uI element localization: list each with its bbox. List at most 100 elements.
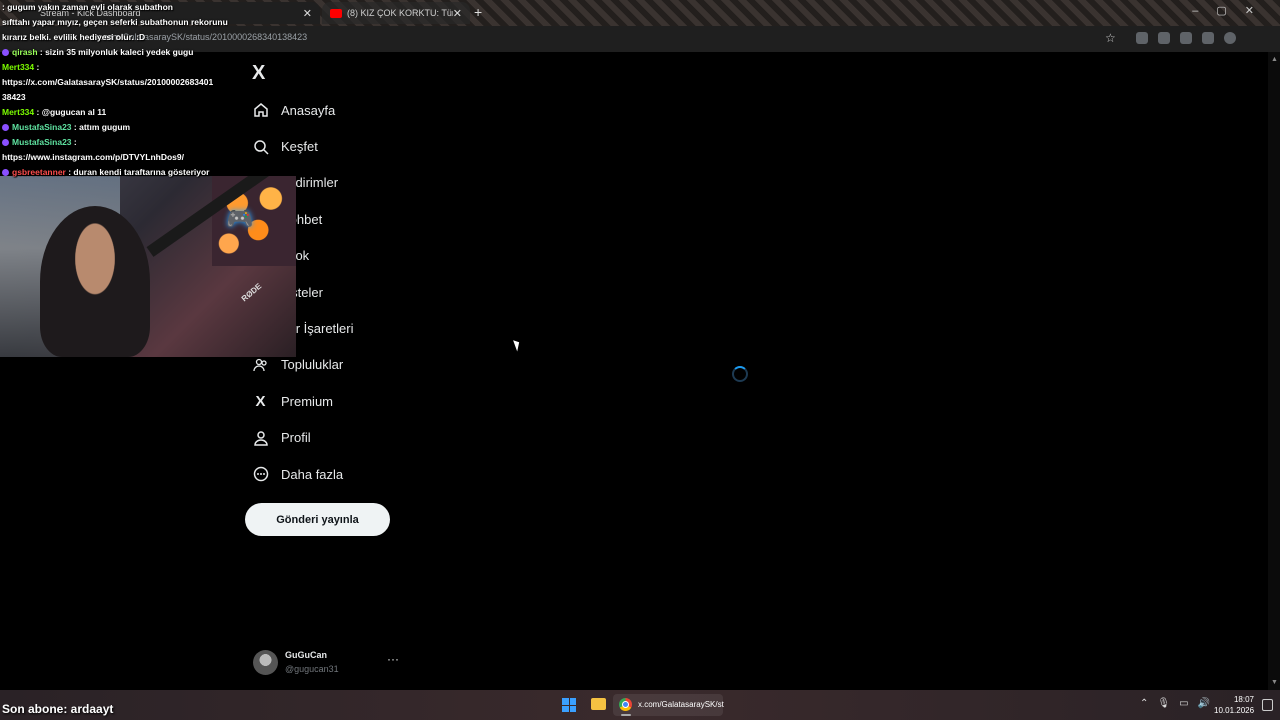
clock-time: 18:07 [1233, 695, 1254, 704]
chat-line: 38423 [0, 90, 240, 105]
chat-line: gsbreetanner : duran kendi taraftarına g… [0, 165, 240, 180]
nav-item-home[interactable]: Anasayfa [252, 92, 354, 128]
chat-line: Mert334 : @gugucan al 11 [0, 105, 240, 120]
account-switcher[interactable]: GuGuCan @gugucan31 ··· [253, 648, 403, 678]
account-handle: @gugucan31 [285, 664, 339, 674]
nav-item-explore[interactable]: Keşfet [252, 128, 354, 164]
volume-icon[interactable]: 🔊 [1198, 698, 1210, 709]
nav-item-more[interactable]: Daha fazla [252, 456, 354, 492]
chat-line: https://x.com/GalatasaraySK/status/20100… [0, 75, 240, 90]
nav-label: Daha fazla [281, 466, 344, 482]
chat-text: : duran kendi taraftarına gösteriyor [68, 167, 210, 177]
windows-taskbar: x.com/GalatasaraySK/st ⌃ 🎙 ▭ 🔊 18:07 10.… [0, 690, 1280, 720]
stream-chat: : gugum yakın zaman evli olarak subathon… [0, 0, 240, 180]
notification-icon[interactable] [1262, 699, 1273, 711]
chrome-icon [619, 698, 632, 711]
avatar [253, 650, 278, 675]
chat-text: https://www.instagram.com/p/DTVYLnhDos9/ [2, 152, 184, 162]
chat-line: : gugum yakın zaman evli olarak subathon [0, 0, 240, 15]
chat-user: MustafaSina23 [12, 137, 72, 147]
extension-icon[interactable] [1202, 32, 1214, 44]
extension-icon[interactable] [1180, 32, 1192, 44]
chat-text: : [36, 62, 40, 72]
scroll-up-icon[interactable]: ▲ [1271, 56, 1278, 63]
scroll-down-icon[interactable]: ▼ [1271, 679, 1278, 686]
gamepad-icon: 🎮 [226, 206, 254, 231]
chat-line: MustafaSina23 : [0, 135, 240, 150]
subscriber-badge-icon [2, 124, 9, 131]
chat-text: : [73, 137, 77, 147]
last-subscriber-text: Son abone: ardaayt [2, 702, 114, 716]
extension-icon[interactable] [1158, 32, 1170, 44]
profile-icon[interactable] [1224, 32, 1236, 44]
clock-date: 10.01.2026 [1214, 706, 1255, 715]
x-icon: X [255, 392, 266, 410]
window-controls[interactable]: –▢✕ [1192, 4, 1272, 17]
x-logo[interactable]: X [252, 62, 265, 85]
nav-item-premium[interactable]: X Premium [252, 383, 354, 419]
home-icon [252, 102, 269, 119]
hexagon-lights [212, 176, 296, 266]
chat-line: https://www.instagram.com/p/DTVYLnhDos9/ [0, 150, 240, 165]
subscriber-badge-icon [2, 139, 9, 146]
webcam-overlay: 🎮 RØDE [0, 176, 296, 357]
new-tab-button[interactable]: + [474, 4, 482, 20]
system-tray: ⌃ 🎙 ▭ 🔊 [1140, 698, 1210, 709]
chevron-up-icon[interactable]: ⌃ [1140, 698, 1148, 709]
bookmark-star-icon[interactable]: ☆ [1105, 31, 1116, 45]
network-icon[interactable]: ▭ [1179, 698, 1188, 709]
chat-line: MustafaSina23 : attım gugum [0, 120, 240, 135]
chat-user: MustafaSina23 [12, 122, 72, 132]
chat-text: kırarız belki. evlilik hediyesi olur. :D [2, 32, 146, 42]
nav-label: Anasayfa [281, 102, 336, 118]
chat-text: : gugum yakın zaman evli olarak subathon [2, 2, 173, 12]
taskbar-window-title: x.com/GalatasaraySK/st [638, 700, 724, 709]
chat-user: qirash [12, 47, 38, 57]
chat-user: Mert334 [2, 62, 35, 72]
windows-start-icon[interactable] [562, 698, 576, 712]
extension-icons [1136, 32, 1236, 44]
chat-text: sıfttahı yapar mıyız, geçen seferki suba… [2, 17, 228, 27]
chat-line: qirash : sizin 35 milyonluk kaleci yedek… [0, 45, 240, 60]
nav-label: Premium [281, 393, 334, 409]
youtube-icon [330, 8, 342, 18]
chat-line: sıfttahı yapar mıyız, geçen seferki suba… [0, 15, 240, 30]
extension-icon[interactable] [1136, 32, 1148, 44]
chat-text: : sizin 35 milyonluk kaleci yedek gugu [39, 47, 194, 57]
chat-line: kırarız belki. evlilik hediyesi olur. :D [0, 30, 240, 45]
more-icon[interactable]: ··· [387, 652, 399, 666]
file-explorer-icon[interactable] [591, 698, 606, 710]
nav-label: Topluluklar [281, 357, 344, 373]
communities-icon [252, 356, 269, 373]
chat-text: https://x.com/GalatasaraySK/status/20100… [2, 77, 214, 87]
close-tab-icon[interactable]: ✕ [453, 7, 462, 20]
microphone-icon[interactable]: 🎙 [1157, 698, 1170, 709]
taskbar-clock[interactable]: 18:07 10.01.2026 [1214, 694, 1254, 716]
person-icon [252, 429, 269, 446]
subscriber-badge-icon [2, 169, 9, 176]
chat-user: Mert334 [2, 107, 35, 117]
page-scrollbar[interactable]: ▲ ▼ [1268, 52, 1280, 690]
chat-user: gsbreetanner [12, 167, 66, 177]
loading-spinner [732, 366, 748, 382]
taskbar-chrome-button[interactable]: x.com/GalatasaraySK/st [613, 694, 724, 716]
nav-label: Keşfet [281, 139, 318, 155]
nav-item-profile[interactable]: Profil [252, 420, 354, 456]
streamer [40, 206, 150, 357]
close-tab-icon[interactable]: ✕ [303, 7, 312, 20]
chat-text: : @gugucan al 11 [36, 107, 107, 117]
mouse-cursor [513, 338, 522, 352]
chat-text: : attım gugum [73, 122, 131, 132]
post-button[interactable]: Gönderi yayınla [245, 503, 390, 536]
active-indicator [621, 714, 631, 716]
nav-label: Profil [281, 430, 311, 446]
account-name: GuGuCan [285, 650, 327, 660]
tab-title: (8) KIZ ÇOK KORKTU: Türkiye'd [347, 8, 453, 18]
more-circle-icon [252, 466, 269, 483]
search-icon [252, 138, 269, 155]
mic-brand: RØDE [239, 281, 264, 304]
subscriber-badge-icon [2, 49, 9, 56]
chat-line: Mert334 : [0, 60, 240, 75]
tab-youtube[interactable]: (8) KIZ ÇOK KORKTU: Türkiye'd ✕ [322, 2, 470, 24]
chat-text: 38423 [2, 92, 26, 102]
